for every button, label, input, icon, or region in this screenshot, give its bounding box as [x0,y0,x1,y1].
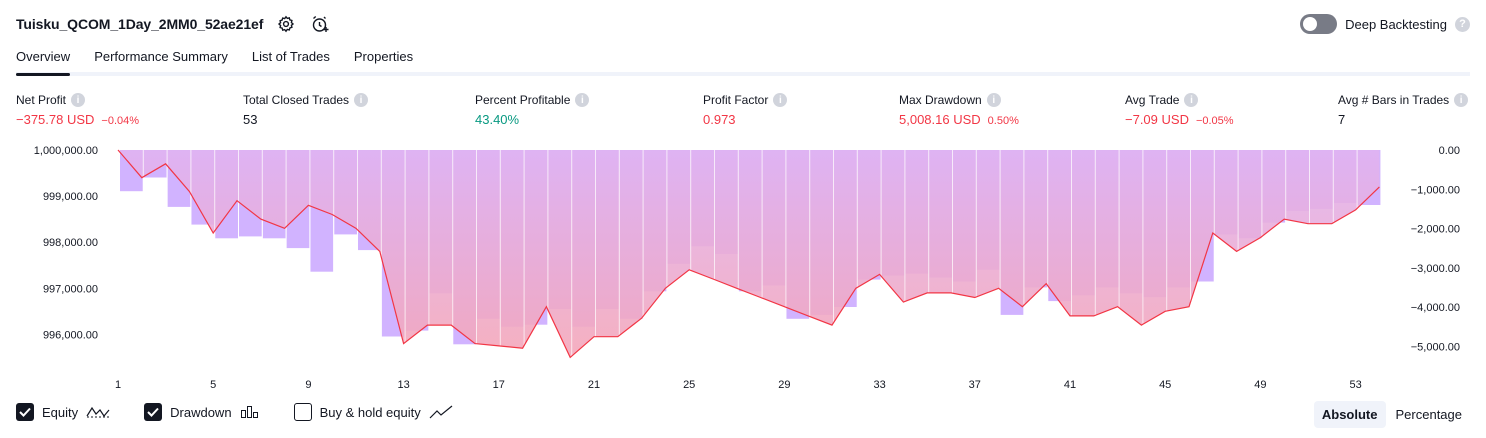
metric-value: 53 [243,112,258,127]
y-right-tick-label: −4,000.00 [1411,302,1460,314]
x-tick-label: 25 [683,379,695,391]
legend-buy-hold-equity[interactable]: Buy & hold equity [293,403,453,421]
metric-total-closed-trades: Total Closed Trades i 53 [243,93,369,127]
info-icon[interactable]: i [71,93,86,107]
metric-percent-profitable: Percent Profitable i 43.40% [475,93,590,127]
legend-buy-hold-label: Buy & hold equity [319,404,421,420]
y-right-tick-label: −2,000.00 [1411,224,1460,236]
mode-percentage-button[interactable]: Percentage [1388,401,1471,428]
y-right-tick-label: 0.00 [1439,145,1460,157]
legend-drawdown[interactable]: Drawdown [144,403,259,421]
info-icon[interactable]: i [575,93,590,107]
x-tick-label: 49 [1254,379,1266,391]
x-tick-label: 33 [873,379,885,391]
metric-label: Avg # Bars in Trades [1338,93,1450,107]
drawdown-bars-icon [240,406,258,418]
y-left-tick-label: 996,000.00 [43,329,98,341]
add-alert-icon[interactable] [309,13,331,35]
legend-equity-label: Equity [42,404,79,420]
x-tick-label: 17 [493,379,505,391]
settings-icon[interactable] [275,13,297,35]
equity-fill [118,150,1380,362]
metric-label: Profit Factor [703,93,769,107]
metric-percent: −0.04% [101,115,140,127]
x-tick-label: 13 [397,379,409,391]
metric-label: Net Profit [16,93,67,107]
legend-equity[interactable]: Equity [16,403,110,421]
metric-percent: −0.05% [1195,115,1234,127]
deep-backtesting: Deep Backtesting ? [1300,12,1470,36]
y-left-tick-label: 998,000.00 [43,237,98,249]
tab-bar: Overview Performance Summary List of Tra… [16,46,1470,76]
tab-list-of-trades[interactable]: List of Trades [252,46,330,72]
info-icon[interactable]: i [1184,93,1199,107]
x-tick-label: 29 [778,379,790,391]
info-icon[interactable]: i [354,93,369,107]
strategy-header: Tuisku_QCOM_1Day_2MM0_52ae21ef [16,12,331,36]
x-tick-label: 45 [1159,379,1171,391]
metric-max-drawdown: Max Drawdown i 5,008.16 USD 0.50% [899,93,1019,127]
y-left-tick-label: 997,000.00 [43,283,98,295]
y-right-tick-label: −3,000.00 [1411,263,1460,275]
equity-chart[interactable]: 1,000,000.00 999,000.00 998,000.00 997,000.… [0,140,1486,396]
x-tick-label: 1 [115,379,121,391]
x-tick-label: 21 [588,379,600,391]
deep-backtesting-toggle[interactable] [1300,14,1338,34]
tab-overview[interactable]: Overview [16,46,71,76]
chart-legend: Equity Drawdown Buy & hold equity [16,403,453,421]
metric-net-profit: Net Profit i −375.78 USD −0.04% [16,93,139,127]
x-tick-label: 5 [210,379,216,391]
metric-value: 0.973 [703,112,736,127]
y-right-tick-label: −1,000.00 [1411,184,1460,196]
legend-drawdown-label: Drawdown [170,404,232,420]
help-icon[interactable]: ? [1455,16,1470,32]
metric-value: 43.40% [475,112,520,127]
drawdown-checkbox[interactable] [144,403,163,421]
y-left-tick-label: 1,000,000.00 [34,145,98,157]
toggle-knob [1303,17,1318,31]
tab-properties[interactable]: Properties [354,46,413,72]
metric-value: 5,008.16 USD [899,112,981,127]
metric-label: Max Drawdown [899,93,982,107]
metric-value: −375.78 USD [16,112,95,127]
equity-line-icon [86,406,110,418]
metric-value: −7.09 USD [1125,112,1189,127]
y-left-tick-label: 999,000.00 [43,191,98,203]
info-icon[interactable]: i [773,93,788,107]
deep-backtesting-label: Deep Backtesting [1345,16,1447,32]
x-tick-label: 53 [1349,379,1361,391]
x-tick-label: 9 [305,379,311,391]
equity-checkbox[interactable] [16,403,34,421]
info-icon[interactable]: i [1454,93,1469,107]
metric-value: 7 [1338,112,1346,127]
buy-hold-checkbox[interactable] [293,403,312,421]
metric-label: Percent Profitable [475,93,571,107]
info-icon[interactable]: i [986,93,1001,107]
strategy-title: Tuisku_QCOM_1Day_2MM0_52ae21ef [16,16,264,32]
buy-hold-line-icon [429,405,453,419]
metric-percent: 0.50% [987,115,1019,127]
mode-absolute-button[interactable]: Absolute [1313,401,1386,428]
y-right-tick-label: −5,000.00 [1411,341,1460,353]
metric-profit-factor: Profit Factor i 0.973 [703,93,788,127]
metric-label: Avg Trade [1125,93,1180,107]
tab-performance-summary[interactable]: Performance Summary [94,46,228,72]
metric-label: Total Closed Trades [243,93,350,107]
x-tick-label: 41 [1064,379,1076,391]
display-mode-switch: Absolute Percentage [1313,401,1471,428]
metric-avg-trade: Avg Trade i −7.09 USD −0.05% [1125,93,1234,127]
metric-avg-bars-in-trades: Avg # Bars in Trades i 7 [1338,93,1469,127]
x-tick-label: 37 [969,379,981,391]
